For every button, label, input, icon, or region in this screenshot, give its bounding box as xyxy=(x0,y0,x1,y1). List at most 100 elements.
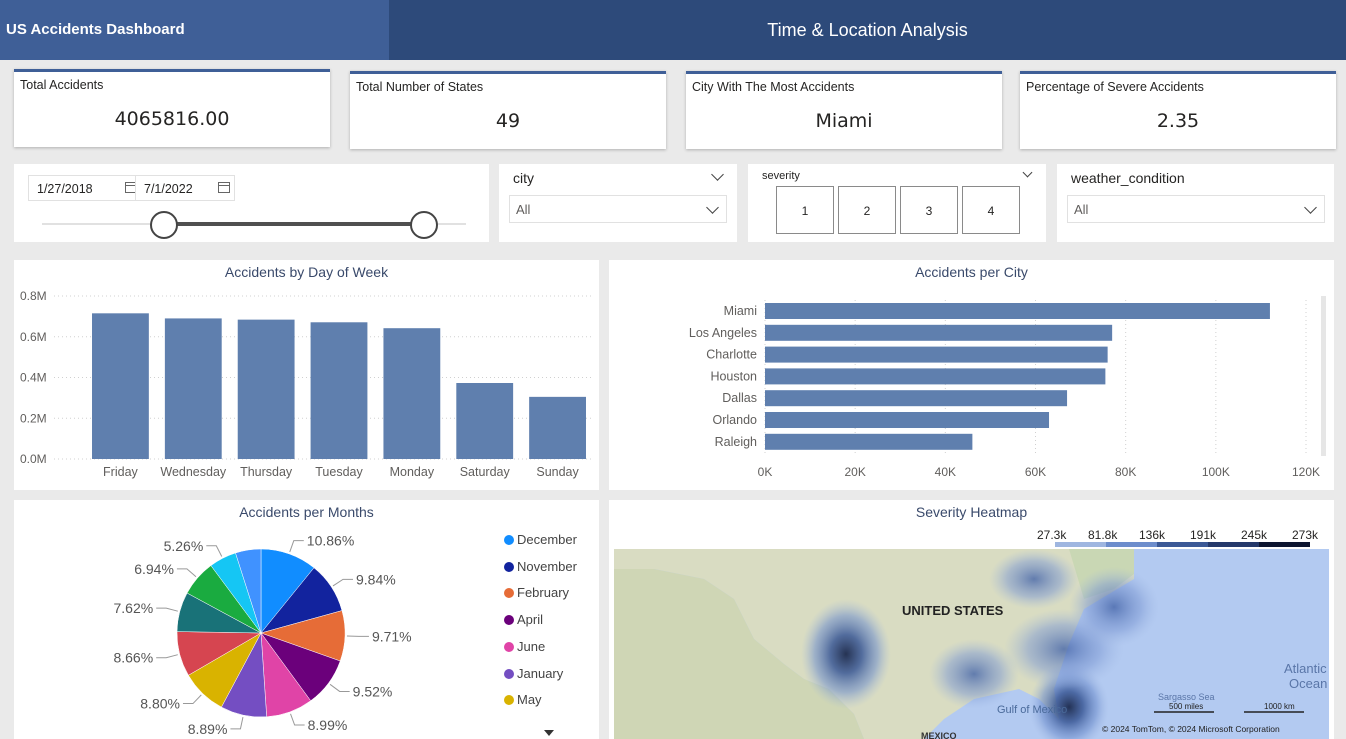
severity-option-3[interactable]: 3 xyxy=(900,186,958,234)
scale-band xyxy=(1157,542,1208,547)
scale-km: 1000 km xyxy=(1264,702,1295,711)
chevron-down-icon[interactable] xyxy=(711,168,724,181)
map-label-ocean: Ocean xyxy=(1289,676,1327,691)
data-label: 8.99% xyxy=(308,717,348,733)
city-svg: 0K 20K 40K 60K 80K 100K 120K Miami Los Angeles Ch… xyxy=(689,300,1320,479)
leader-line xyxy=(156,654,178,659)
slider-start-handle[interactable] xyxy=(150,211,178,239)
bar-houston[interactable] xyxy=(765,368,1106,385)
scrollbar[interactable] xyxy=(1321,296,1326,456)
data-label: 8.66% xyxy=(113,650,153,666)
dashboard-title: US Accidents Dashboard xyxy=(0,0,389,60)
data-label: 10.86% xyxy=(307,533,354,549)
bar-charlotte[interactable] xyxy=(765,346,1108,363)
bar-monday[interactable] xyxy=(383,328,441,459)
bar-wednesday[interactable] xyxy=(164,318,222,459)
y-tick-label: 0.8M xyxy=(20,289,47,303)
legend-item-january[interactable]: January xyxy=(504,665,563,683)
legend-marker xyxy=(504,668,514,679)
months-chart: Accidents per Months 10.86% 9.84% 9.71% 9.5… xyxy=(14,500,599,739)
legend-marker xyxy=(504,588,514,599)
scale-band xyxy=(1055,542,1106,547)
severity-option-4[interactable]: 4 xyxy=(962,186,1020,234)
bar-tuesday[interactable] xyxy=(310,322,368,459)
date-start-value: 1/27/2018 xyxy=(37,182,93,196)
x-tick-label: Sunday xyxy=(536,465,579,479)
x-tick-label: 20K xyxy=(844,465,865,479)
bar-raleigh[interactable] xyxy=(765,433,973,450)
weather-slicer-title: weather_condition xyxy=(1071,170,1185,186)
date-slicer: 1/27/2018 7/1/2022 xyxy=(14,164,489,242)
x-tick-label: 120K xyxy=(1292,465,1320,479)
city-slicer: city All xyxy=(499,164,737,242)
legend-item-may[interactable]: May xyxy=(504,691,542,709)
legend-label: June xyxy=(517,638,546,654)
legend-scroll-down-icon[interactable] xyxy=(544,730,554,736)
chart-title: Severity Heatmap xyxy=(915,504,1028,520)
legend-marker xyxy=(504,535,514,545)
bar-sunday[interactable] xyxy=(529,396,586,459)
legend-item-november[interactable]: November xyxy=(504,558,577,576)
page-title: Time & Location Analysis xyxy=(389,0,1346,60)
y-tick-label: Raleigh xyxy=(715,435,757,449)
chevron-down-icon[interactable] xyxy=(1022,167,1033,178)
legend-item-february[interactable]: February xyxy=(504,584,569,602)
data-label: 9.71% xyxy=(372,628,412,644)
scale-label: 191k xyxy=(1190,528,1217,542)
bar-los-angeles[interactable] xyxy=(765,324,1113,341)
city-chart: Accidents per City 0K 20K 40K 60K 80K 100K 120… xyxy=(609,260,1334,490)
bar-thursday[interactable] xyxy=(237,319,295,459)
date-end-input[interactable]: 7/1/2022 xyxy=(135,175,235,201)
scale-label: 136k xyxy=(1139,528,1166,542)
date-start-input[interactable]: 1/27/2018 xyxy=(28,175,142,201)
map-canvas[interactable]: UNITED STATES Gulf of Mexico MEXICO Atla… xyxy=(614,549,1329,739)
date-end-value: 7/1/2022 xyxy=(144,182,193,196)
bar-dallas[interactable] xyxy=(765,390,1068,407)
bar-friday[interactable] xyxy=(92,313,149,459)
y-tick-label: 0.2M xyxy=(20,411,47,425)
data-label: 7.62% xyxy=(113,600,153,616)
x-tick-label: 60K xyxy=(1025,465,1046,479)
kpi-card-severe-percentage: Percentage of Severe Accidents 2.35 xyxy=(1020,71,1336,149)
weather-selected: All xyxy=(1074,202,1089,217)
x-tick-label: 80K xyxy=(1115,465,1136,479)
x-tick-label: Friday xyxy=(103,465,138,479)
slider-end-handle[interactable] xyxy=(410,211,438,239)
y-tick-label: 0.4M xyxy=(20,371,47,385)
bar-miami[interactable] xyxy=(765,303,1270,319)
severity-option-1[interactable]: 1 xyxy=(776,186,834,234)
slider-range xyxy=(163,222,423,226)
data-label: 9.84% xyxy=(356,571,396,587)
severity-option-2[interactable]: 2 xyxy=(838,186,896,234)
heat-spot xyxy=(1069,567,1159,647)
kpi-label: Percentage of Severe Accidents xyxy=(1026,80,1204,94)
day-of-week-chart: Accidents by Day of Week 0.0M 0.2M 0.4M 0.6… xyxy=(14,260,599,490)
kpi-label: City With The Most Accidents xyxy=(692,80,855,94)
scale-band xyxy=(1106,542,1157,547)
bar-saturday[interactable] xyxy=(456,383,514,459)
heat-spot xyxy=(929,639,1019,709)
scale-band xyxy=(1208,542,1259,547)
map-label-mexico: MEXICO xyxy=(921,731,957,739)
leader-line xyxy=(329,683,350,692)
kpi-value: 49 xyxy=(495,110,521,132)
legend-item-june[interactable]: June xyxy=(504,638,545,656)
legend-marker xyxy=(504,615,514,626)
legend-item-april[interactable]: April xyxy=(504,611,543,629)
chevron-down-icon xyxy=(1304,201,1317,214)
data-label: 6.94% xyxy=(134,561,174,577)
data-label: 8.80% xyxy=(140,696,180,712)
legend-item-december[interactable]: December xyxy=(504,531,577,549)
city-selected: All xyxy=(516,202,531,217)
city-dropdown[interactable]: All xyxy=(509,195,727,223)
severity-heatmap: Severity Heatmap 27.3k 81.8k 136k 191k 245k 2… xyxy=(609,500,1334,739)
pie-svg: 10.86% 9.84% 9.71% 9.52% 8.99% 8.89% 8.80% 8.66… xyxy=(113,533,412,737)
weather-dropdown[interactable]: All xyxy=(1067,195,1325,223)
bar-orlando[interactable] xyxy=(765,412,1050,428)
kpi-card-top-city: City With The Most Accidents Miami xyxy=(686,71,1002,149)
scale-label: 273k xyxy=(1292,528,1319,542)
kpi-value: Miami xyxy=(815,110,873,132)
y-tick-label: 0.0M xyxy=(20,452,47,466)
scale-band xyxy=(1259,542,1310,547)
calendar-icon[interactable] xyxy=(218,182,230,193)
